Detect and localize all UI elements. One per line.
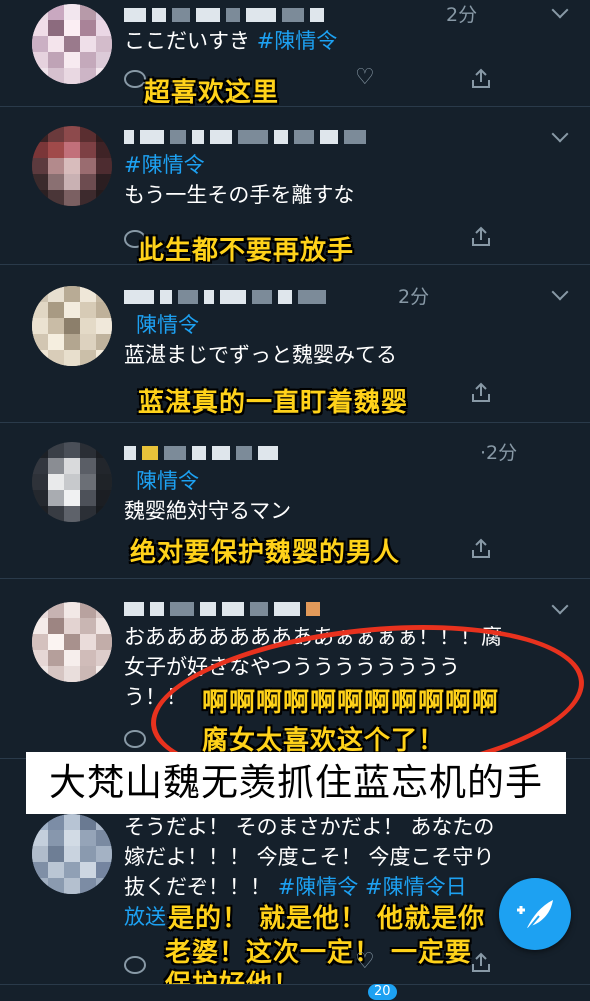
- reply-icon[interactable]: [124, 70, 146, 88]
- notification-badge[interactable]: 20: [368, 984, 397, 1000]
- hashtag-link[interactable]: #陳情令: [278, 875, 359, 899]
- avatar[interactable]: [32, 442, 112, 522]
- timestamp: ·2分: [480, 442, 518, 464]
- tweet-text: 陳情令 魏婴絶対守るマン: [124, 469, 292, 523]
- chevron-down-icon[interactable]: [551, 125, 569, 143]
- video-title-banner: 大梵山魏无羡抓住蓝忘机的手: [26, 752, 566, 814]
- blurred-username: [124, 440, 278, 466]
- tweet-text: ここだいすき #陳情令: [124, 29, 338, 53]
- avatar[interactable]: [32, 126, 112, 206]
- share-icon[interactable]: [470, 68, 492, 90]
- avatar[interactable]: [32, 814, 112, 894]
- heart-icon[interactable]: ♡: [355, 66, 379, 90]
- heart-icon[interactable]: ♡: [355, 950, 379, 974]
- hashtag-link[interactable]: #陳情令: [257, 29, 338, 53]
- subtitle-caption: 是的！ 就是他！ 他就是你: [168, 904, 486, 934]
- hashtag-link[interactable]: #陳情令: [124, 153, 205, 177]
- avatar[interactable]: [32, 286, 112, 366]
- share-icon[interactable]: [470, 538, 492, 560]
- chevron-down-icon[interactable]: [551, 1, 569, 19]
- share-icon[interactable]: [470, 952, 492, 974]
- tweet-1[interactable]: 2分 ここだいすき #陳情令 超喜欢这里 ♡: [0, 0, 590, 108]
- chevron-down-icon[interactable]: [551, 283, 569, 301]
- subtitle-caption: 蓝湛真的一直盯着魏婴: [138, 388, 409, 418]
- hashtag-link[interactable]: 陳情令: [136, 469, 199, 493]
- tweet-text: 陳情令 蓝湛まじでずっと魏婴みてる: [124, 313, 397, 367]
- subtitle-caption: 绝对要保护魏婴的男人: [130, 538, 401, 568]
- subtitle-caption: 超喜欢这里: [144, 78, 280, 108]
- tweet-4[interactable]: ·2分 陳情令 魏婴絶対守るマン 绝对要保护魏婴的男人: [0, 422, 590, 579]
- reply-icon[interactable]: [124, 730, 146, 748]
- blurred-username: [124, 2, 324, 28]
- subtitle-caption: 此生都不要再放手: [138, 236, 355, 266]
- blurred-username: [124, 124, 366, 150]
- tweet-3[interactable]: 2分 陳情令 蓝湛まじでずっと魏婴みてる 蓝湛真的一直盯着魏婴: [0, 264, 590, 423]
- avatar[interactable]: [32, 602, 112, 682]
- timestamp: 2分: [398, 286, 430, 308]
- avatar[interactable]: [32, 4, 112, 84]
- bottom-nav: [0, 984, 590, 1001]
- compose-tweet-icon: [517, 900, 553, 929]
- blurred-username: [124, 596, 320, 622]
- chevron-down-icon[interactable]: [551, 597, 569, 615]
- tweet-text: #陳情令 もう一生その手を離すな: [124, 153, 355, 207]
- hashtag-link[interactable]: 陳情令: [136, 313, 199, 337]
- reply-icon[interactable]: [124, 956, 146, 974]
- compose-tweet-button[interactable]: [499, 878, 571, 950]
- share-icon[interactable]: [470, 226, 492, 248]
- hashtag-link[interactable]: #陳情令日: [365, 875, 467, 899]
- share-icon[interactable]: [470, 382, 492, 404]
- blurred-username: [124, 284, 326, 310]
- timestamp: 2分: [446, 4, 478, 26]
- tweet-2[interactable]: #陳情令 もう一生その手を離すな 此生都不要再放手: [0, 106, 590, 266]
